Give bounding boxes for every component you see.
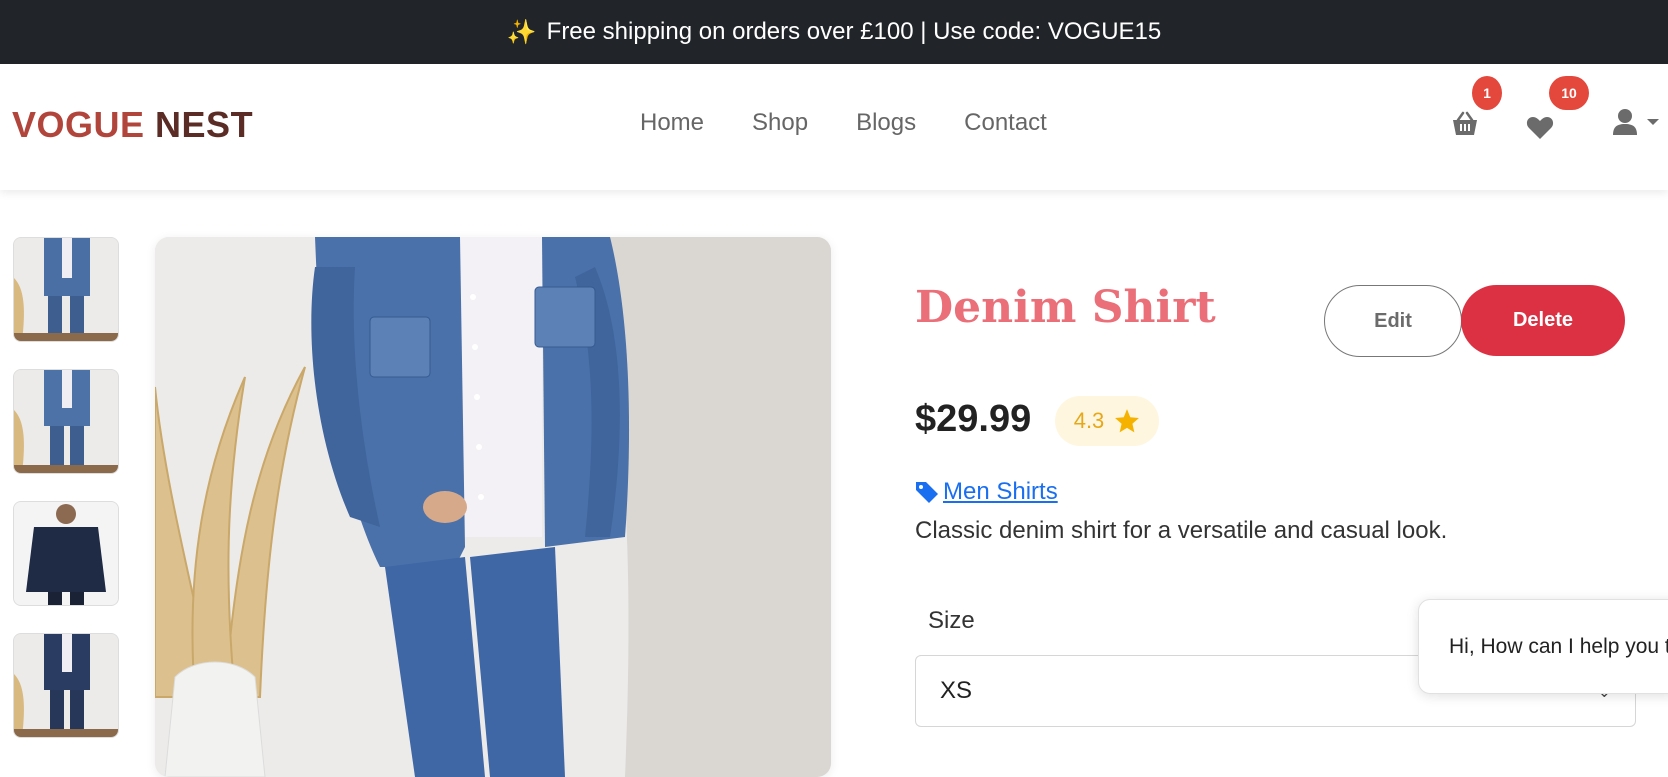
user-icon (1613, 109, 1637, 135)
product-thumbnail[interactable] (13, 369, 119, 474)
size-selected-value: XS (940, 677, 973, 704)
basket-icon (1453, 111, 1477, 135)
wishlist-count-badge: 10 (1549, 76, 1589, 110)
thumbnail-image (14, 238, 118, 341)
brand-logo[interactable]: VOGUE NEST (12, 104, 253, 146)
wishlist-button[interactable] (1520, 108, 1560, 148)
main-nav: Home Shop Blogs Contact (640, 109, 1047, 137)
nav-home[interactable]: Home (640, 109, 704, 137)
product-photo (155, 237, 831, 777)
nav-shop[interactable]: Shop (752, 109, 808, 137)
nav-contact[interactable]: Contact (964, 109, 1047, 137)
product-thumbnail[interactable] (13, 501, 119, 606)
main-product-image[interactable] (155, 237, 831, 777)
heart-icon (1526, 117, 1554, 139)
nav-blogs[interactable]: Blogs (856, 109, 916, 137)
cart-count-badge: 1 (1472, 76, 1502, 110)
product-thumbnail[interactable] (13, 237, 119, 342)
cart-button[interactable] (1445, 104, 1485, 144)
delete-button[interactable]: Delete (1461, 285, 1625, 356)
product-description: Classic denim shirt for a versatile and … (915, 517, 1448, 544)
product-price: $29.99 (915, 398, 1032, 440)
product-thumbnail[interactable] (13, 633, 119, 738)
size-label: Size (928, 607, 975, 634)
thumbnail-image (14, 634, 118, 737)
thumbnail-image (14, 370, 118, 473)
caret-down-icon (1647, 119, 1659, 125)
thumbnail-list (13, 237, 119, 765)
promo-bar: ✨ Free shipping on orders over £100 | Us… (0, 0, 1668, 64)
category-link[interactable]: Men Shirts (915, 478, 1058, 506)
promo-text: Free shipping on orders over £100 | Use … (546, 18, 1162, 45)
navbar: VOGUE NEST Home Shop Blogs Contact 1 10 (0, 64, 1668, 190)
tag-icon (916, 482, 938, 503)
account-menu-button[interactable] (1606, 102, 1666, 142)
star-icon (1115, 409, 1140, 433)
sparkles-icon: ✨ (506, 18, 537, 46)
category-label: Men Shirts (943, 478, 1058, 505)
rating-value: 4.3 (1073, 408, 1105, 433)
brand-name-part2: NEST (155, 104, 254, 145)
brand-name-part1: VOGUE (12, 104, 145, 145)
edit-button[interactable]: Edit (1324, 285, 1462, 357)
rating-badge: 4.3 (1055, 396, 1159, 446)
chat-message: Hi, How can I help you t (1449, 634, 1668, 658)
product-title: Denim Shirt (915, 282, 1216, 333)
thumbnail-image (14, 502, 118, 605)
chat-popup[interactable]: Hi, How can I help you t (1418, 599, 1668, 694)
